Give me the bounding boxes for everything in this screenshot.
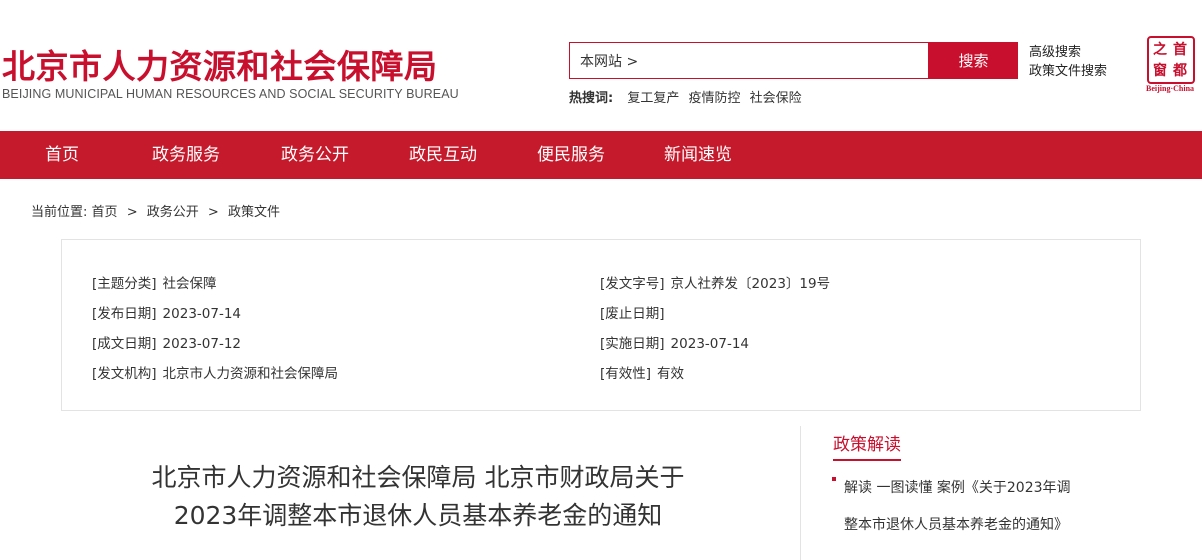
meta-validity: [有效性] 有效 — [600, 362, 684, 382]
meta-publish-date: [发布日期] 2023-07-14 — [92, 302, 241, 322]
logo-char: 之 — [1153, 42, 1167, 58]
breadcrumb-home[interactable]: 首页 — [92, 205, 118, 220]
meta-key: [发文机构] — [92, 366, 157, 382]
nav-item-convenience-services[interactable]: 便民服务 — [537, 131, 605, 179]
search-button[interactable]: 搜索 — [929, 42, 1018, 79]
document-meta-panel: [主题分类] 社会保障 [发文字号] 京人社养发〔2023〕19号 [发布日期] 20… — [61, 239, 1141, 411]
breadcrumb-disclosure[interactable]: 政务公开 — [147, 205, 199, 220]
search-box — [569, 42, 929, 79]
article-title: 北京市人力资源和社会保障局 北京市财政局关于 2023年调整本市退休人员基本养老… — [100, 459, 736, 535]
meta-value: 有效 — [657, 366, 685, 382]
policy-search-link[interactable]: 政策文件搜索 — [1029, 62, 1107, 81]
article-title-line: 2023年调整本市退休人员基本养老金的通知 — [173, 501, 663, 530]
meta-abolish-date: [废止日期] — [600, 302, 671, 322]
article-title-line: 北京市人力资源和社会保障局 北京市财政局关于 — [151, 463, 685, 492]
site-title[interactable]: 北京市人力资源和社会保障局 — [2, 40, 438, 88]
breadcrumb-separator: > — [126, 205, 138, 220]
nav-item-government-disclosure[interactable]: 政务公开 — [281, 131, 349, 179]
bullet-icon — [832, 477, 836, 481]
logo-char: 窗 — [1153, 63, 1167, 79]
policy-interpretation-heading[interactable]: 政策解读 — [833, 430, 901, 461]
nav-item-public-interaction[interactable]: 政民互动 — [409, 131, 477, 179]
nav-item-government-services[interactable]: 政务服务 — [152, 131, 220, 179]
search-input[interactable] — [570, 43, 928, 78]
breadcrumb-separator: > — [207, 205, 219, 220]
meta-key: [发布日期] — [92, 306, 157, 322]
column-divider — [800, 426, 801, 560]
site-subtitle: BEIJING MUNICIPAL HUMAN RESOURCES AND SO… — [2, 87, 459, 101]
breadcrumb: 当前位置: 首页 > 政务公开 > 政策文件 — [31, 201, 280, 220]
meta-effective-date: [实施日期] 2023-07-14 — [600, 332, 749, 352]
advanced-search-link[interactable]: 高级搜索 — [1029, 43, 1107, 62]
capital-window-logo[interactable]: 首 都 之 窗 Beijing·China — [1146, 36, 1202, 94]
nav-item-home[interactable]: 首页 — [45, 131, 79, 179]
site-header: 北京市人力资源和社会保障局 BEIJING MUNICIPAL HUMAN RE… — [0, 0, 1202, 131]
breadcrumb-policy-docs[interactable]: 政策文件 — [228, 205, 280, 220]
meta-key: [废止日期] — [600, 306, 665, 322]
nav-item-news[interactable]: 新闻速览 — [664, 131, 732, 179]
meta-key: [实施日期] — [600, 336, 665, 352]
meta-doc-number: [发文字号] 京人社养发〔2023〕19号 — [600, 272, 830, 292]
meta-value: 2023-07-14 — [670, 336, 750, 352]
meta-key: [成文日期] — [92, 336, 157, 352]
meta-key: [主题分类] — [92, 276, 157, 292]
logo-char: 首 — [1173, 42, 1187, 58]
meta-value: 2023-07-14 — [162, 306, 242, 322]
meta-written-date: [成文日期] 2023-07-12 — [92, 332, 241, 352]
hot-search-item[interactable]: 社会保险 — [750, 91, 802, 106]
breadcrumb-label: 当前位置: — [31, 205, 88, 220]
main-nav: 首页 政务服务 政务公开 政民互动 便民服务 新闻速览 — [0, 131, 1202, 179]
policy-interpretation-list: 解读 一图读懂 案例《关于2023年调 整本市退休人员基本养老金的通知》 — [832, 470, 1132, 544]
meta-key: [有效性] — [600, 366, 652, 382]
hot-search-label: 热搜词: — [569, 91, 614, 106]
meta-value: 社会保障 — [162, 276, 217, 292]
meta-value: 北京市人力资源和社会保障局 — [162, 366, 339, 382]
meta-value: 京人社养发〔2023〕19号 — [670, 276, 831, 292]
hot-search-item[interactable]: 疫情防控 — [689, 91, 741, 106]
policy-interpretation-text: 解读 一图读懂 案例《关于2023年调 — [844, 480, 1071, 496]
hot-search-item[interactable]: 复工复产 — [627, 91, 679, 106]
meta-issuer: [发文机构] 北京市人力资源和社会保障局 — [92, 362, 338, 382]
logo-caption: Beijing·China — [1146, 84, 1195, 93]
logo-char: 都 — [1173, 63, 1187, 79]
search-links: 高级搜索 政策文件搜索 — [1029, 43, 1107, 81]
hot-search: 热搜词: 复工复产 疫情防控 社会保险 — [569, 87, 807, 106]
meta-key: [发文字号] — [600, 276, 665, 292]
meta-subject: [主题分类] 社会保障 — [92, 272, 217, 292]
policy-interpretation-link[interactable]: 解读 一图读懂 案例《关于2023年调 整本市退休人员基本养老金的通知》 — [832, 470, 1132, 544]
policy-interpretation-text: 整本市退休人员基本养老金的通知》 — [844, 517, 1068, 533]
meta-value: 2023-07-12 — [162, 336, 242, 352]
